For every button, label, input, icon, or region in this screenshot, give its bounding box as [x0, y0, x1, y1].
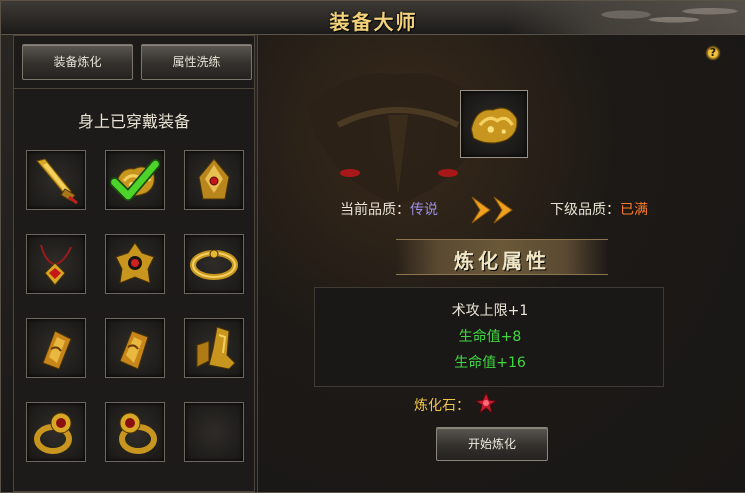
attribute-line: 生命值+16: [454, 355, 526, 371]
equip-slot-bracer-left[interactable]: [26, 318, 86, 378]
start-refine-button[interactable]: 开始炼化: [436, 427, 548, 461]
boots-icon: [196, 326, 236, 370]
selected-check-icon: [110, 158, 160, 202]
sword-icon: [36, 158, 78, 205]
refine-attribute-banner: 炼化属性: [396, 239, 608, 275]
divider: [14, 88, 254, 89]
equipment-master-window: 装备大师 装备炼化 属性洗练 身上已穿戴装备 ? 当前品质：传说 下级品质：已满…: [0, 0, 745, 493]
tab-attribute-wash[interactable]: 属性洗练: [141, 44, 252, 80]
equip-slot-helmet[interactable]: [184, 150, 244, 210]
equip-slot-belt[interactable]: [184, 234, 244, 294]
equip-slot-boots[interactable]: [184, 318, 244, 378]
title-bar[interactable]: 装备大师: [1, 1, 745, 35]
helmet-icon: [198, 158, 230, 200]
help-icon[interactable]: ?: [705, 45, 721, 61]
refine-stone-label: 炼化石：: [414, 398, 470, 414]
next-quality: 下级品质：已满: [550, 199, 648, 219]
equip-slot-armor[interactable]: [105, 150, 165, 210]
selected-item-preview: [460, 90, 528, 158]
double-arrow-icon: [471, 196, 513, 224]
attribute-line: 生命值+8: [458, 329, 522, 345]
ring-right-icon: [119, 412, 157, 454]
bracer-right-icon: [119, 330, 149, 370]
next-quality-label: 下级品质：: [550, 202, 620, 218]
current-quality-label: 当前品质：: [340, 202, 410, 218]
equip-slot-medal[interactable]: [105, 234, 165, 294]
attribute-list: 术攻上限+1 生命值+8 生命值+16: [314, 287, 664, 387]
attribute-line: 术攻上限+1: [451, 303, 529, 319]
dragon-armor-icon: [470, 107, 518, 144]
equipment-heading: 身上已穿戴装备: [77, 112, 190, 131]
refine-attribute-title: 炼化属性: [454, 249, 550, 273]
window-title: 装备大师: [329, 10, 418, 34]
medal-icon: [115, 242, 155, 284]
belt-icon: [190, 249, 238, 280]
refine-panel: ? 当前品质：传说 下级品质：已满 炼化属性 术攻上限+1 生命值+8 生命值+…: [257, 35, 745, 492]
equip-slot-necklace[interactable]: [26, 234, 86, 294]
bracer-left-icon: [42, 330, 72, 370]
current-quality-value: 传说: [410, 202, 438, 218]
equip-slot-weapon[interactable]: [26, 150, 86, 210]
equip-slot-empty[interactable]: [184, 402, 244, 462]
left-panel: 装备炼化 属性洗练 身上已穿戴装备: [13, 35, 255, 492]
next-quality-value: 已满: [620, 202, 648, 218]
equip-slot-ring-left[interactable]: [26, 402, 86, 462]
refine-stone-icon[interactable]: [474, 391, 498, 415]
equip-slot-bracer-right[interactable]: [105, 318, 165, 378]
equip-slot-ring-right[interactable]: [105, 402, 165, 462]
tab-refine[interactable]: 装备炼化: [22, 44, 133, 80]
necklace-icon: [40, 244, 72, 286]
current-quality: 当前品质：传说: [340, 199, 438, 219]
ring-left-icon: [34, 412, 72, 454]
